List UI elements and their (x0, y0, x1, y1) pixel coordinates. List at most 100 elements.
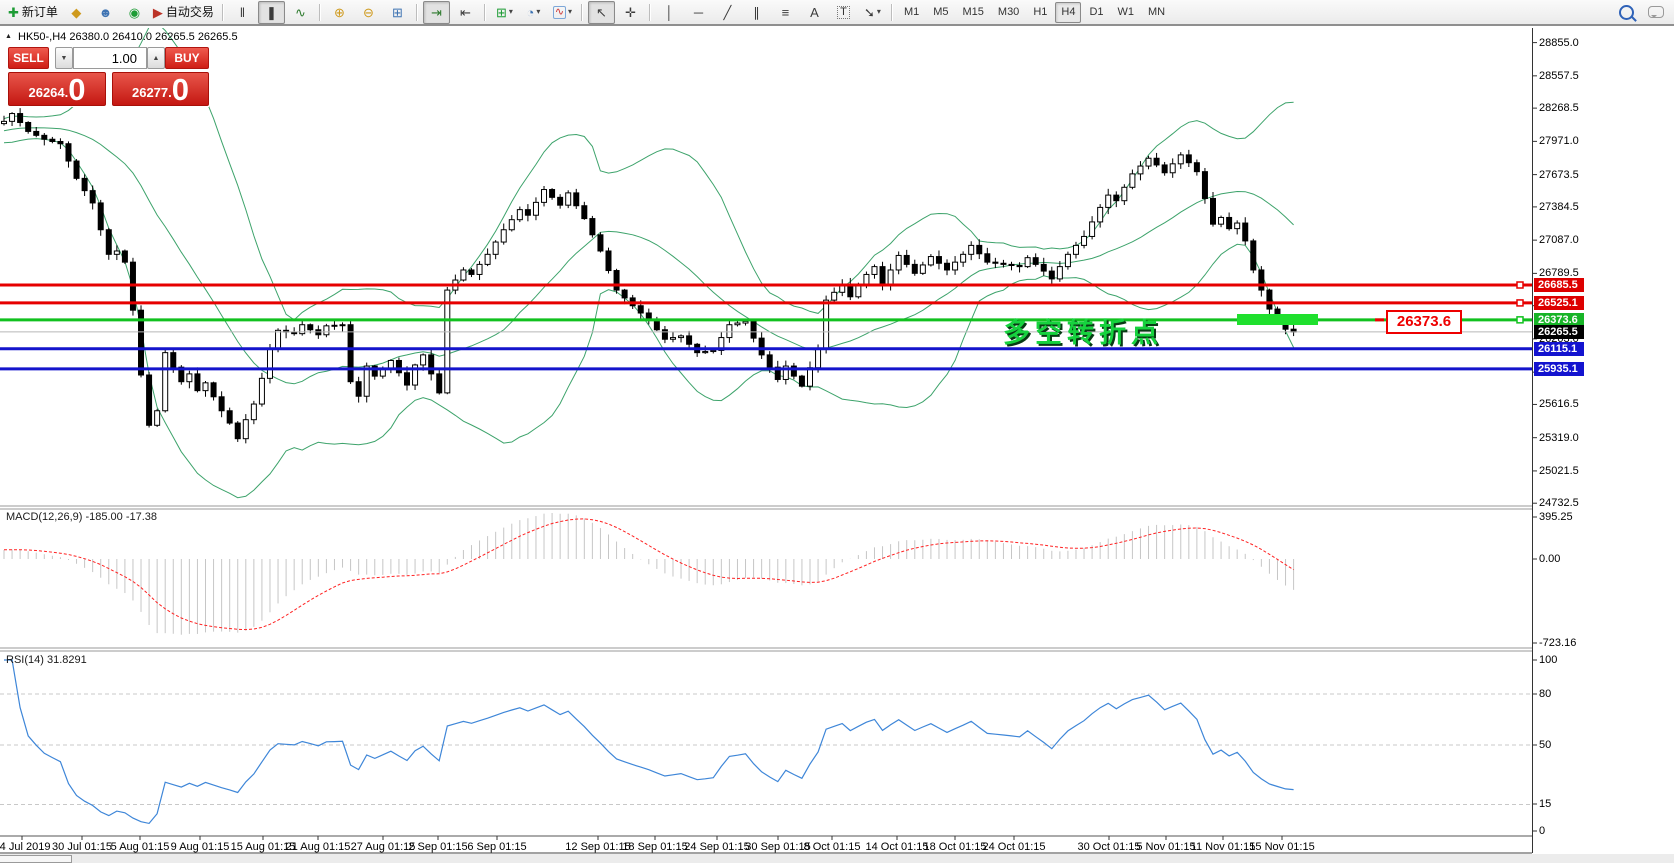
channel-button[interactable]: ∥ (743, 1, 770, 24)
trendline-button[interactable]: ╱ (714, 1, 741, 24)
sell-price-big: 0 (68, 76, 85, 104)
annotation-text[interactable]: 多空转折点 (1003, 311, 1163, 350)
timeframe-bar: M1M5M15M30H1H4D1W1MN (897, 2, 1172, 23)
rsi-pane (0, 660, 1532, 823)
volume-increase-button[interactable]: ▲ (147, 47, 165, 69)
chart-shift-icon: ⇤ (460, 6, 471, 19)
chart-profiles-button[interactable]: ◔▾ (520, 1, 547, 24)
toolbar-separator (222, 4, 224, 21)
spinner-up-icon: ▲ (153, 55, 160, 62)
history-center-button[interactable]: ◆ (63, 1, 90, 24)
toolbar-separator (581, 4, 583, 21)
timeframe-button-d1[interactable]: D1 (1083, 2, 1109, 23)
zoom-out-button[interactable]: ⊖ (355, 1, 382, 24)
toolbar-separator (649, 4, 651, 21)
search-icon (1619, 5, 1634, 20)
profile-icon: ☻ (99, 6, 113, 19)
profiles-button[interactable]: ☻ (92, 1, 119, 24)
chevron-down-icon: ▾ (877, 8, 881, 16)
toolbar-separator (484, 4, 486, 21)
text-button[interactable]: A (801, 1, 828, 24)
macd-pane (4, 513, 1294, 635)
horizontal-line-button[interactable]: ─ (685, 1, 712, 24)
buy-price-big: 0 (172, 76, 189, 104)
line-chart-button[interactable]: ∿ (287, 1, 314, 24)
horizontal-line-icon: ─ (694, 6, 703, 19)
crosshair-icon: ✛ (625, 6, 636, 19)
cursor-icon: ↖ (596, 6, 607, 19)
new-chart-icon: ⊞ (496, 6, 507, 19)
main-toolbar: ✚ 新订单 ◆ ☻ ◉ ▶ 自动交易 ‖ ❚ ∿ ⊕ ⊖ ⊞ ⇥ ⇤ ⊞▾ ◔▾… (0, 0, 1674, 26)
arrows-icon: ➘ (864, 6, 875, 19)
timeframe-button-m30[interactable]: M30 (992, 2, 1025, 23)
timeframe-button-m5[interactable]: M5 (927, 2, 954, 23)
candles-layer (2, 108, 1297, 443)
sell-price-display[interactable]: 26264 . 0 (8, 72, 106, 106)
volume-input[interactable]: 1.00 (73, 47, 147, 69)
buy-price-main: 26277 (132, 85, 168, 104)
chat-button[interactable] (1642, 1, 1669, 24)
vertical-line-button[interactable]: │ (656, 1, 683, 24)
new-order-button[interactable]: ✚ 新订单 (5, 1, 61, 24)
chevron-down-icon: ▾ (536, 8, 540, 16)
indicators-icon: ∿ (553, 6, 566, 19)
timeframe-button-h1[interactable]: H1 (1027, 2, 1053, 23)
search-button[interactable] (1613, 1, 1640, 24)
chevron-down-icon: ▾ (568, 8, 572, 16)
timeframe-button-m1[interactable]: M1 (898, 2, 925, 23)
quick-nav-box[interactable] (0, 855, 72, 863)
vertical-line-icon: │ (665, 6, 673, 19)
toolbar-separator (319, 4, 321, 21)
chat-icon (1648, 6, 1664, 18)
sell-button[interactable]: SELL (8, 47, 49, 69)
zoom-out-icon: ⊖ (363, 6, 374, 19)
volume-decrease-button[interactable]: ▼ (55, 47, 73, 69)
bar-chart-button[interactable]: ‖ (229, 1, 256, 24)
cursor-button[interactable]: ↖ (588, 1, 615, 24)
bar-chart-icon: ‖ (240, 6, 245, 19)
timeframe-button-w1[interactable]: W1 (1112, 2, 1141, 23)
spinner-down-icon: ▼ (61, 55, 68, 62)
autotrading-label: 自动交易 (166, 6, 214, 18)
line-chart-icon: ∿ (295, 6, 306, 19)
chevron-down-icon: ▾ (509, 8, 513, 16)
buy-button[interactable]: BUY (165, 47, 209, 69)
text-label-icon: T (837, 6, 850, 19)
chart-shift-button[interactable]: ⇤ (452, 1, 479, 24)
trendline-icon: ╱ (724, 6, 732, 19)
tile-windows-button[interactable]: ⊞ (384, 1, 411, 24)
level-lines[interactable] (0, 282, 1532, 369)
new-order-label: 新订单 (22, 6, 58, 18)
indicators-button[interactable]: ∿▾ (549, 1, 576, 24)
zoom-in-icon: ⊕ (334, 6, 345, 19)
bottom-strip (0, 854, 1674, 863)
crosshair-button[interactable]: ✛ (617, 1, 644, 24)
text-icon: A (810, 6, 819, 19)
clock-icon: ◔ (527, 6, 535, 19)
signals-button[interactable]: ◉ (121, 1, 148, 24)
sell-price-main: 26264 (28, 85, 64, 104)
fibonacci-button[interactable]: ≡ (772, 1, 799, 24)
timeframe-button-m15[interactable]: M15 (957, 2, 990, 23)
timeframe-button-h4[interactable]: H4 (1055, 2, 1081, 23)
chart-area[interactable] (0, 0, 1674, 863)
timeframe-button-mn[interactable]: MN (1142, 2, 1171, 23)
highlight-bar[interactable] (1237, 314, 1318, 325)
price-tag-box[interactable]: 26373.6 (1386, 310, 1462, 334)
autotrading-icon: ▶ (153, 6, 163, 19)
signal-icon: ◉ (129, 6, 140, 19)
auto-scroll-button[interactable]: ⇥ (423, 1, 450, 24)
auto-scroll-icon: ⇥ (431, 6, 442, 19)
toolbar-separator (891, 4, 893, 21)
one-click-trading-panel: SELL ▼ 1.00 ▲ BUY 26264 . 0 26277 . 0 (8, 47, 209, 107)
fibonacci-icon: ≡ (782, 6, 790, 19)
candlestick-chart-button[interactable]: ❚ (258, 1, 285, 24)
arrows-button[interactable]: ➘▾ (859, 1, 886, 24)
autotrading-button[interactable]: ▶ 自动交易 (150, 1, 217, 24)
channel-icon: ∥ (753, 6, 760, 19)
buy-price-display[interactable]: 26277 . 0 (112, 72, 209, 106)
text-label-button[interactable]: T (830, 1, 857, 24)
new-chart-button[interactable]: ⊞▾ (491, 1, 518, 24)
zoom-in-button[interactable]: ⊕ (326, 1, 353, 24)
tile-windows-icon: ⊞ (392, 6, 403, 19)
